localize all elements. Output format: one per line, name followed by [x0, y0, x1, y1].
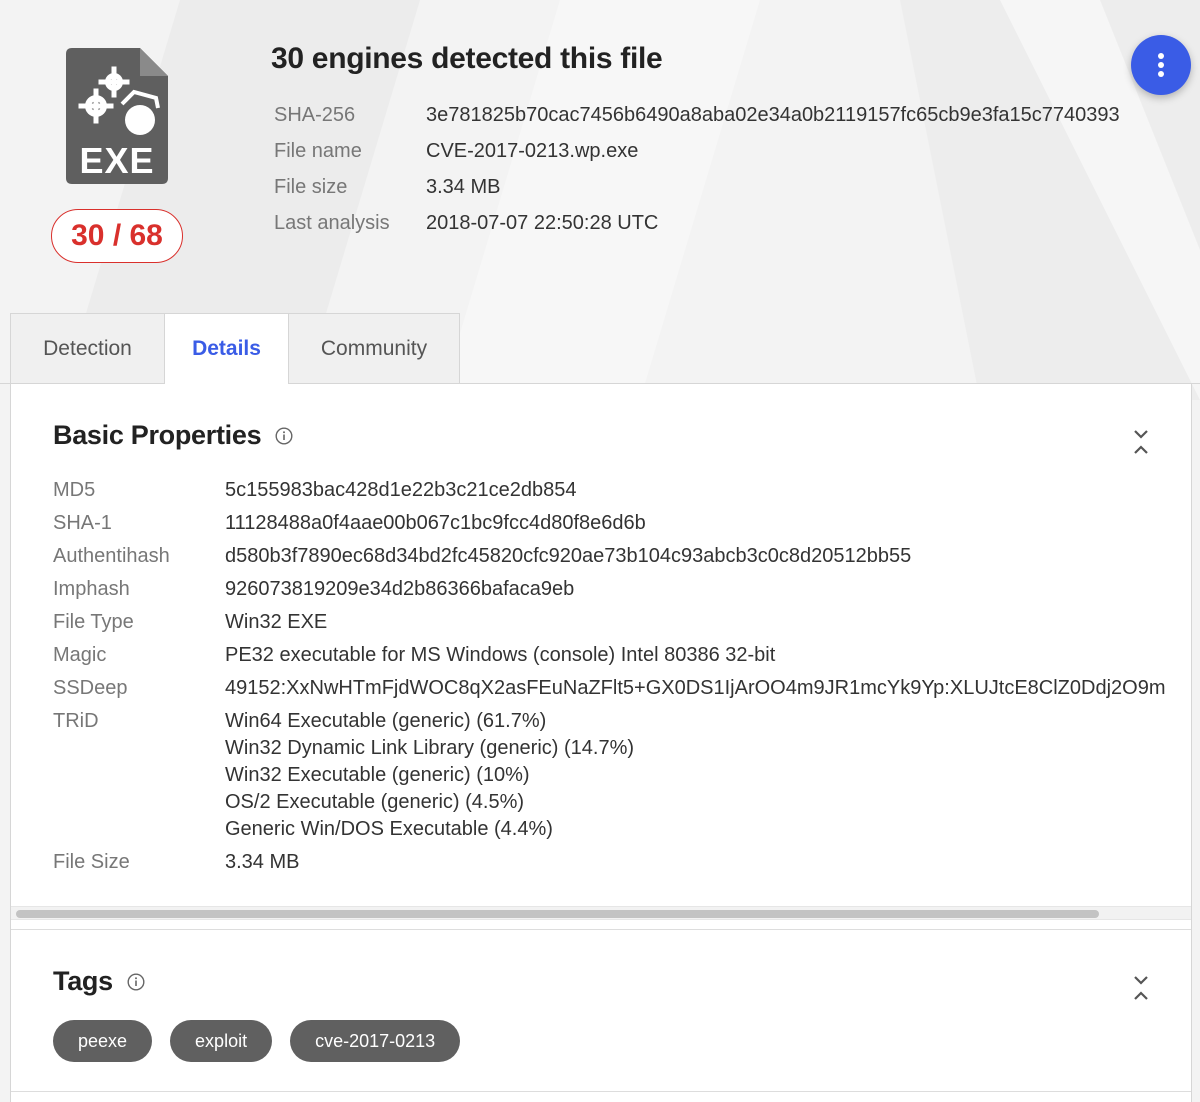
property-label: TRiD [53, 710, 99, 732]
property-row-trid: TRiD Win64 Executable (generic) (61.7%) … [53, 705, 1190, 846]
tab-baseline [0, 383, 10, 384]
collapse-chevrons-icon[interactable] [1130, 428, 1152, 461]
file-header: EXE 30 / 68 30 engines detected this fil… [0, 0, 1200, 314]
tag-list: peexe exploit cve-2017-0213 [53, 1020, 461, 1062]
tab-detection[interactable]: Detection [10, 313, 165, 384]
meta-row-file-size: File size 3.34 MB [274, 169, 1120, 205]
property-label: File Type [53, 611, 134, 633]
property-row-sha1: SHA-1 11128488a0f4aae00b067c1bc9fcc4d80f… [53, 507, 1190, 540]
property-row-ssdeep: SSDeep 49152:XxNwHTmFjdWOC8qX2asFEuNaZFl… [53, 672, 1190, 705]
meta-value: 3.34 MB [426, 175, 501, 198]
meta-label: File name [274, 139, 362, 162]
property-value: Win32 EXE [225, 611, 328, 633]
property-row-md5: MD5 5c155983bac428d1e22b3c21ce2db854 [53, 474, 1190, 507]
property-value: 926073819209e34d2b86366bafaca9eb [225, 578, 575, 600]
property-label: Imphash [53, 578, 130, 600]
meta-label: File size [274, 175, 348, 198]
detection-score-badge: 30 / 68 [51, 209, 183, 263]
section-divider [11, 929, 1191, 930]
meta-row-sha256: SHA-256 3e781825b70cac7456b6490a8aba02e3… [274, 97, 1120, 133]
property-row-authentihash: Authentihash d580b3f7890ec68d34bd2fc4582… [53, 540, 1190, 573]
property-label: Magic [53, 644, 107, 666]
tag-cve-2017-0213[interactable]: cve-2017-0213 [290, 1020, 461, 1062]
property-label: Authentihash [53, 545, 170, 567]
info-icon[interactable] [127, 972, 145, 991]
meta-value: 3e781825b70cac7456b6490a8aba02e34a0b2119… [426, 103, 1120, 126]
tags-title: Tags [53, 966, 113, 996]
property-row-file-type: File Type Win32 EXE [53, 606, 1190, 639]
scrollbar-thumb[interactable] [16, 910, 1099, 918]
vertical-dots-icon [1158, 53, 1164, 77]
tab-details[interactable]: Details [164, 313, 289, 384]
collapse-chevrons-icon[interactable] [1130, 974, 1152, 1007]
info-icon[interactable] [275, 426, 293, 445]
tab-community[interactable]: Community [288, 313, 460, 384]
tab-bar: Detection Details Community [0, 313, 1200, 384]
exe-file-icon: EXE [66, 48, 168, 184]
trid-entry: Win32 Executable (generic) (10%) [225, 764, 530, 786]
basic-properties-header: Basic Properties [53, 420, 293, 451]
property-value: 11128488a0f4aae00b067c1bc9fcc4d80f8e6d6b [225, 512, 646, 534]
trid-entry: Win64 Executable (generic) (61.7%) [225, 710, 547, 732]
meta-label: SHA-256 [274, 103, 356, 126]
meta-label: Last analysis [274, 211, 390, 234]
property-value: 5c155983bac428d1e22b3c21ce2db854 [225, 479, 577, 501]
tag-exploit[interactable]: exploit [170, 1020, 273, 1062]
section-divider [11, 1091, 1191, 1092]
trid-values: Win64 Executable (generic) (61.7%) Win32… [225, 705, 634, 846]
file-metadata: SHA-256 3e781825b70cac7456b6490a8aba02e3… [274, 97, 1120, 241]
property-row-file-size: File Size 3.34 MB [53, 846, 1190, 879]
property-label: SSDeep [53, 677, 128, 699]
trid-entry: Generic Win/DOS Executable (4.4%) [225, 818, 553, 840]
trid-entry: Win32 Dynamic Link Library (generic) (14… [225, 737, 635, 759]
meta-value: 2018-07-07 22:50:28 UTC [426, 211, 659, 234]
property-label: SHA-1 [53, 512, 112, 534]
property-value: PE32 executable for MS Windows (console)… [225, 644, 776, 666]
trid-entry: OS/2 Executable (generic) (4.5%) [225, 791, 525, 813]
property-value: d580b3f7890ec68d34bd2fc45820cfc920ae73b1… [225, 545, 912, 567]
tag-peexe[interactable]: peexe [53, 1020, 153, 1062]
exe-label: EXE [79, 140, 155, 181]
page-title: 30 engines detected this file [271, 42, 663, 75]
property-row-imphash: Imphash 926073819209e34d2b86366bafaca9eb [53, 573, 1190, 606]
tags-header: Tags [53, 966, 145, 997]
meta-row-file-name: File name CVE-2017-0213.wp.exe [274, 133, 1120, 169]
basic-properties-list: MD5 5c155983bac428d1e22b3c21ce2db854 SHA… [53, 474, 1190, 879]
details-panel: Basic Properties MD5 5c155983bac428d1e22… [10, 384, 1192, 1102]
property-value: 49152:XxNwHTmFjdWOC8qX2asFEuNaZFlt5+GX0D… [225, 677, 1166, 699]
basic-properties-title: Basic Properties [53, 420, 262, 450]
meta-row-last-analysis: Last analysis 2018-07-07 22:50:28 UTC [274, 205, 1120, 241]
property-label: File Size [53, 851, 130, 873]
horizontal-scrollbar[interactable] [11, 906, 1191, 920]
more-options-button[interactable] [1131, 35, 1191, 95]
property-label: MD5 [53, 479, 96, 501]
property-row-magic: Magic PE32 executable for MS Windows (co… [53, 639, 1190, 672]
property-value: 3.34 MB [225, 851, 300, 873]
meta-value: CVE-2017-0213.wp.exe [426, 139, 639, 162]
